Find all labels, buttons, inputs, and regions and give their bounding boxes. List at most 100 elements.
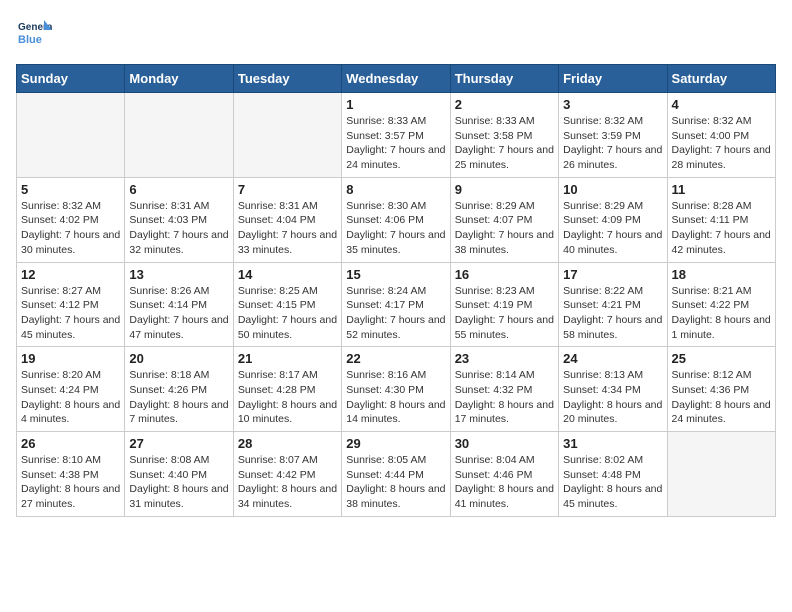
weekday-header: Saturday [667,65,775,93]
day-info: Sunrise: 8:27 AMSunset: 4:12 PMDaylight:… [21,284,120,343]
day-info: Sunrise: 8:31 AMSunset: 4:04 PMDaylight:… [238,199,337,258]
calendar-cell: 6 Sunrise: 8:31 AMSunset: 4:03 PMDaylight… [125,177,233,262]
calendar-cell: 17 Sunrise: 8:22 AMSunset: 4:21 PMDayligh… [559,262,667,347]
day-info: Sunrise: 8:22 AMSunset: 4:21 PMDaylight:… [563,284,662,343]
day-number: 6 [129,182,228,197]
day-number: 28 [238,436,337,451]
calendar-cell: 3Sunrise: 8:32 AMSunset: 3:59 PMDaylight… [559,93,667,178]
svg-text:Blue: Blue [18,34,42,46]
day-number: 12 [21,267,120,282]
day-info: Sunrise: 8:30 AMSunset: 4:06 PMDaylight:… [346,199,445,258]
day-number: 24 [563,351,662,366]
calendar-cell: 18Sunrise: 8:21 AMSunset: 4:22 PMDayligh… [667,262,775,347]
day-info: Sunrise: 8:33 AMSunset: 3:57 PMDaylight:… [346,114,445,173]
day-info: Sunrise: 8:17 AMSunset: 4:28 PMDaylight:… [238,368,337,427]
calendar-cell: 28Sunrise: 8:07 AMSunset: 4:42 PMDayligh… [233,432,341,517]
day-number: 26 [21,436,120,451]
day-info: Sunrise: 8:28 AMSunset: 4:11 PMDaylight:… [672,199,771,258]
day-info: Sunrise: 8:25 AMSunset: 4:15 PMDaylight:… [238,284,337,343]
day-info: Sunrise: 8:12 AMSunset: 4:36 PMDaylight:… [672,368,771,427]
calendar-week-row: 12 Sunrise: 8:27 AMSunset: 4:12 PMDayligh… [17,262,776,347]
day-info: Sunrise: 8:29 AMSunset: 4:09 PMDaylight:… [563,199,662,258]
calendar-cell: 13 Sunrise: 8:26 AMSunset: 4:14 PMDayligh… [125,262,233,347]
day-info: Sunrise: 8:32 AMSunset: 4:00 PMDaylight:… [672,114,771,173]
calendar-cell: 31 Sunrise: 8:02 AMSunset: 4:48 PMDayligh… [559,432,667,517]
day-number: 8 [346,182,445,197]
day-number: 4 [672,97,771,112]
calendar-cell: 5 Sunrise: 8:32 AMSunset: 4:02 PMDaylight… [17,177,125,262]
day-number: 2 [455,97,554,112]
day-number: 23 [455,351,554,366]
logo: General Blue [16,16,52,52]
calendar-cell: 25 Sunrise: 8:12 AMSunset: 4:36 PMDayligh… [667,347,775,432]
calendar-cell: 4 Sunrise: 8:32 AMSunset: 4:00 PMDaylight… [667,93,775,178]
calendar-cell: 16Sunrise: 8:23 AMSunset: 4:19 PMDayligh… [450,262,558,347]
day-number: 29 [346,436,445,451]
day-info: Sunrise: 8:32 AMSunset: 4:02 PMDaylight:… [21,199,120,258]
day-info: Sunrise: 8:32 AMSunset: 3:59 PMDaylight:… [563,114,662,173]
day-number: 5 [21,182,120,197]
header: General Blue [16,16,776,52]
day-info: Sunrise: 8:14 AMSunset: 4:32 PMDaylight:… [455,368,554,427]
day-number: 30 [455,436,554,451]
header-row: SundayMondayTuesdayWednesdayThursdayFrid… [17,65,776,93]
day-number: 19 [21,351,120,366]
calendar-cell: 21 Sunrise: 8:17 AMSunset: 4:28 PMDayligh… [233,347,341,432]
calendar-cell: 12 Sunrise: 8:27 AMSunset: 4:12 PMDayligh… [17,262,125,347]
calendar-cell [125,93,233,178]
weekday-header: Monday [125,65,233,93]
calendar-cell [667,432,775,517]
day-number: 25 [672,351,771,366]
calendar-cell: 23 Sunrise: 8:14 AMSunset: 4:32 PMDayligh… [450,347,558,432]
logo-icon: General Blue [16,16,52,52]
day-number: 21 [238,351,337,366]
day-info: Sunrise: 8:33 AMSunset: 3:58 PMDaylight:… [455,114,554,173]
day-number: 16 [455,267,554,282]
calendar-cell: 30 Sunrise: 8:04 AMSunset: 4:46 PMDayligh… [450,432,558,517]
day-number: 11 [672,182,771,197]
day-info: Sunrise: 8:29 AMSunset: 4:07 PMDaylight:… [455,199,554,258]
weekday-header: Sunday [17,65,125,93]
day-number: 18 [672,267,771,282]
calendar-cell: 26 Sunrise: 8:10 AMSunset: 4:38 PMDayligh… [17,432,125,517]
calendar-cell: 10 Sunrise: 8:29 AMSunset: 4:09 PMDayligh… [559,177,667,262]
day-info: Sunrise: 8:10 AMSunset: 4:38 PMDaylight:… [21,453,120,512]
calendar-cell: 27Sunrise: 8:08 AMSunset: 4:40 PMDayligh… [125,432,233,517]
day-info: Sunrise: 8:31 AMSunset: 4:03 PMDaylight:… [129,199,228,258]
day-number: 31 [563,436,662,451]
day-info: Sunrise: 8:24 AMSunset: 4:17 PMDaylight:… [346,284,445,343]
calendar-cell: 7 Sunrise: 8:31 AMSunset: 4:04 PMDaylight… [233,177,341,262]
calendar-cell: 24 Sunrise: 8:13 AMSunset: 4:34 PMDayligh… [559,347,667,432]
day-info: Sunrise: 8:18 AMSunset: 4:26 PMDaylight:… [129,368,228,427]
day-number: 13 [129,267,228,282]
day-info: Sunrise: 8:20 AMSunset: 4:24 PMDaylight:… [21,368,120,427]
day-number: 20 [129,351,228,366]
calendar-cell: 14Sunrise: 8:25 AMSunset: 4:15 PMDayligh… [233,262,341,347]
calendar-cell: 8 Sunrise: 8:30 AMSunset: 4:06 PMDaylight… [342,177,450,262]
calendar-cell: 19 Sunrise: 8:20 AMSunset: 4:24 PMDayligh… [17,347,125,432]
calendar-cell: 11 Sunrise: 8:28 AMSunset: 4:11 PMDayligh… [667,177,775,262]
weekday-header: Thursday [450,65,558,93]
day-info: Sunrise: 8:05 AMSunset: 4:44 PMDaylight:… [346,453,445,512]
calendar-cell: 29 Sunrise: 8:05 AMSunset: 4:44 PMDayligh… [342,432,450,517]
calendar-cell: 2 Sunrise: 8:33 AMSunset: 3:58 PMDaylight… [450,93,558,178]
day-number: 22 [346,351,445,366]
day-info: Sunrise: 8:04 AMSunset: 4:46 PMDaylight:… [455,453,554,512]
calendar: SundayMondayTuesdayWednesdayThursdayFrid… [16,64,776,517]
day-info: Sunrise: 8:26 AMSunset: 4:14 PMDaylight:… [129,284,228,343]
calendar-cell: 20 Sunrise: 8:18 AMSunset: 4:26 PMDayligh… [125,347,233,432]
day-number: 10 [563,182,662,197]
day-info: Sunrise: 8:02 AMSunset: 4:48 PMDaylight:… [563,453,662,512]
calendar-cell: 1 Sunrise: 8:33 AMSunset: 3:57 PMDaylight… [342,93,450,178]
day-number: 7 [238,182,337,197]
day-number: 17 [563,267,662,282]
day-number: 27 [129,436,228,451]
day-info: Sunrise: 8:13 AMSunset: 4:34 PMDaylight:… [563,368,662,427]
weekday-header: Tuesday [233,65,341,93]
day-number: 15 [346,267,445,282]
calendar-week-row: 26 Sunrise: 8:10 AMSunset: 4:38 PMDayligh… [17,432,776,517]
calendar-cell [17,93,125,178]
calendar-cell: 9Sunrise: 8:29 AMSunset: 4:07 PMDaylight… [450,177,558,262]
calendar-cell [233,93,341,178]
day-number: 1 [346,97,445,112]
